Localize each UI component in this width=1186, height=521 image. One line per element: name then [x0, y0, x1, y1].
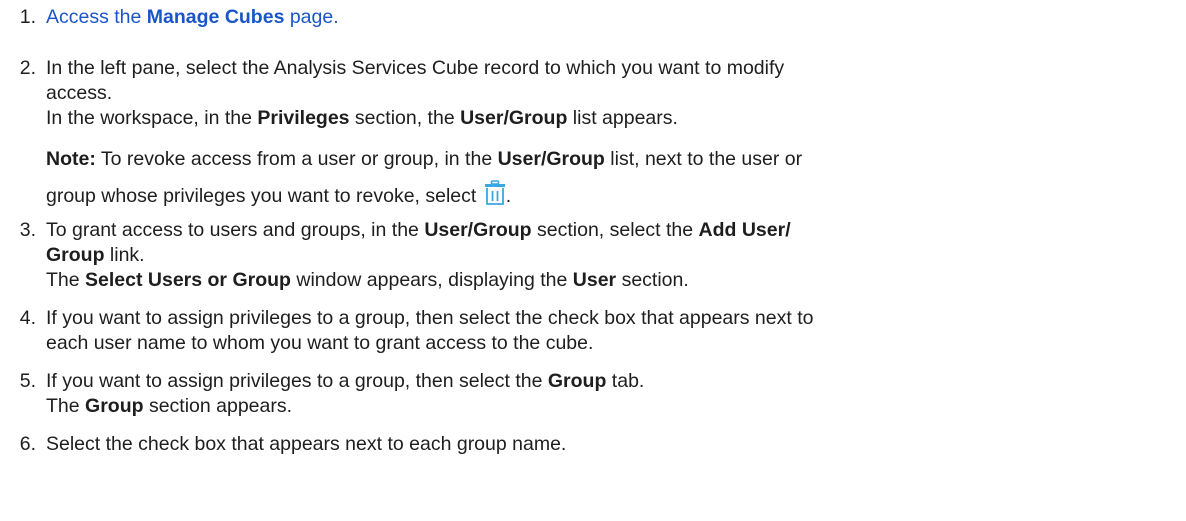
manage-cubes-link[interactable]: Access the Manage Cubes page. — [46, 5, 339, 30]
step-result: In the workspace, in the Privileges sect… — [46, 107, 678, 129]
step-number: 5. — [19, 370, 36, 392]
step-number: 2. — [19, 57, 36, 79]
procedure-document: 1. Access the Manage Cubes page. 2. In t… — [0, 0, 1186, 521]
step-text: If you want to assign privileges to a gr… — [46, 307, 814, 329]
note: Note: To revoke access from a user or gr… — [46, 148, 803, 170]
step-result: The Group section appears. — [46, 395, 293, 417]
step-number: 4. — [19, 307, 36, 329]
trash-icon — [484, 180, 506, 206]
step-text: access. — [46, 82, 113, 104]
step-number: 3. — [19, 219, 36, 241]
step-text: Select the check box that appears next t… — [46, 433, 567, 455]
step-text: If you want to assign privileges to a gr… — [46, 370, 645, 392]
step-number: 6. — [19, 433, 36, 455]
step-number: 1. — [19, 6, 36, 28]
note: group whose privileges you want to revok… — [46, 180, 511, 209]
step-text: To grant access to users and groups, in … — [46, 219, 791, 241]
step-text: each user name to whom you want to grant… — [46, 332, 594, 354]
step-text: In the left pane, select the Analysis Se… — [46, 57, 785, 79]
step-result: The Select Users or Group window appears… — [46, 269, 689, 291]
step-text: Group link. — [46, 244, 145, 266]
